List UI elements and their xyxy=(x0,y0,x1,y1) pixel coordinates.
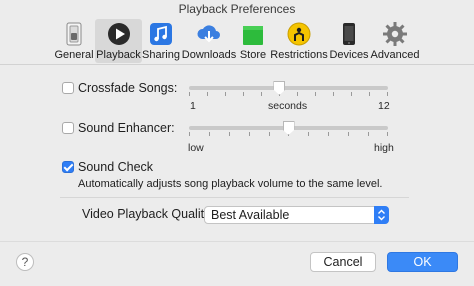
crossfade-unit-label: seconds xyxy=(268,100,308,112)
slider-tick xyxy=(261,92,262,96)
soundcheck-description: Automatically adjusts song playback volu… xyxy=(78,178,383,190)
video-quality-label: Video Playback Quality: xyxy=(82,207,214,221)
slider-tick xyxy=(269,132,270,136)
slider-tick xyxy=(297,92,298,96)
enhancer-slider-knob[interactable] xyxy=(282,119,296,135)
cancel-button[interactable]: Cancel xyxy=(310,252,376,272)
tab-restrictions[interactable]: Restrictions xyxy=(270,19,328,63)
video-quality-select[interactable]: Best Available xyxy=(204,206,389,224)
slider-tick xyxy=(209,132,210,136)
enhancer-checkbox[interactable] xyxy=(62,122,74,134)
help-button[interactable]: ? xyxy=(16,253,34,271)
slider-tick xyxy=(225,92,226,96)
chevron-updown-icon xyxy=(374,206,389,224)
crossfade-row: Crossfade Songs: xyxy=(62,81,177,95)
crossfade-slider-knob[interactable] xyxy=(272,79,286,95)
crossfade-slider[interactable] xyxy=(189,78,388,98)
tab-store[interactable]: Store xyxy=(238,19,268,63)
enhancer-row: Sound Enhancer: xyxy=(62,121,175,135)
enhancer-slider[interactable] xyxy=(189,118,388,138)
slider-tick xyxy=(243,92,244,96)
crossfade-label: Crossfade Songs: xyxy=(78,81,178,95)
general-switch-icon xyxy=(61,21,87,47)
crossfade-track xyxy=(189,86,388,90)
soundcheck-label: Sound Check xyxy=(78,160,154,174)
slider-tick xyxy=(308,132,309,136)
slider-tick xyxy=(387,92,388,96)
slider-tick xyxy=(189,132,190,136)
slider-tick xyxy=(368,132,369,136)
video-quality-row: Video Playback Quality: xyxy=(82,207,214,221)
tab-sharing[interactable]: Sharing xyxy=(142,19,180,63)
restrictions-icon xyxy=(286,21,312,47)
ok-button[interactable]: OK xyxy=(387,252,458,272)
phone-icon xyxy=(336,21,362,47)
slider-tick xyxy=(348,132,349,136)
slider-tick xyxy=(333,92,334,96)
crossfade-max-label: 12 xyxy=(378,100,390,112)
store-bag-icon xyxy=(240,21,266,47)
crossfade-min-label: 1 xyxy=(190,100,196,112)
enhancer-label: Sound Enhancer: xyxy=(78,121,175,135)
cloud-download-icon xyxy=(196,21,222,47)
slider-tick xyxy=(207,92,208,96)
tab-devices[interactable]: Devices xyxy=(329,19,369,63)
footer-divider xyxy=(0,241,474,242)
slider-tick xyxy=(328,132,329,136)
gear-icon xyxy=(382,21,408,47)
music-note-icon xyxy=(148,21,174,47)
play-icon xyxy=(106,21,132,47)
tab-downloads[interactable]: Downloads xyxy=(182,19,236,63)
video-quality-value: Best Available xyxy=(211,208,290,222)
slider-tick xyxy=(315,92,316,96)
soundcheck-row: Sound Check xyxy=(62,160,153,174)
slider-tick xyxy=(351,92,352,96)
section-divider xyxy=(60,197,409,198)
enhancer-max-label: high xyxy=(374,142,394,154)
tab-general[interactable]: General xyxy=(54,19,94,63)
soundcheck-checkbox[interactable] xyxy=(62,161,74,173)
slider-tick xyxy=(249,132,250,136)
slider-tick xyxy=(189,92,190,96)
slider-tick xyxy=(369,92,370,96)
slider-tick xyxy=(229,132,230,136)
window-title: Playback Preferences xyxy=(178,2,296,16)
enhancer-min-label: low xyxy=(188,142,204,154)
tab-playback[interactable]: Playback xyxy=(95,19,142,63)
crossfade-checkbox[interactable] xyxy=(62,82,74,94)
preferences-toolbar: General Playback Sharing Downloads Store… xyxy=(0,18,474,65)
slider-tick xyxy=(387,132,388,136)
tab-advanced[interactable]: Advanced xyxy=(371,19,419,63)
